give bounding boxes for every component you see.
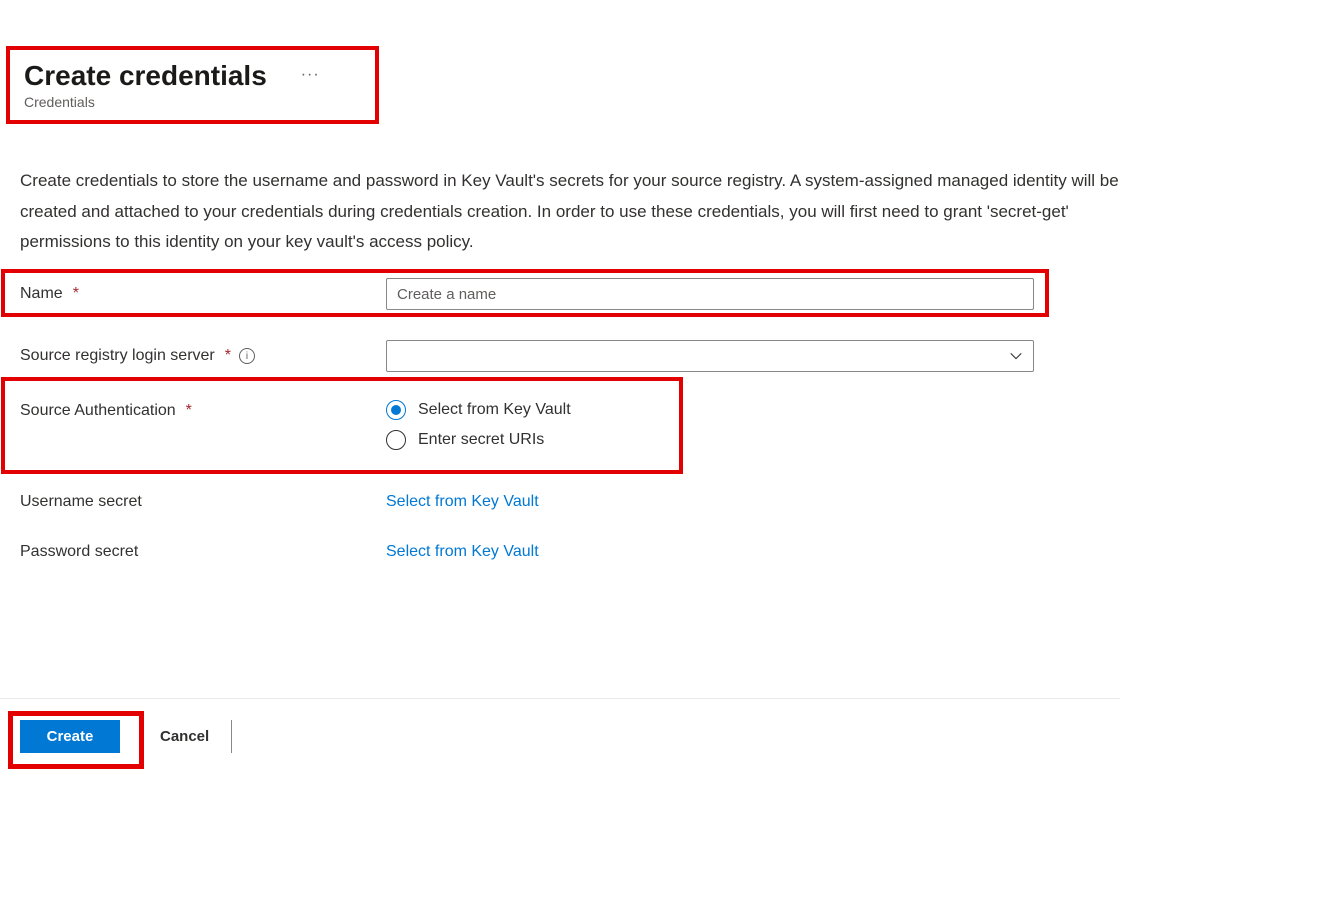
source-registry-label-text: Source registry login server bbox=[20, 347, 215, 365]
name-row: Name * bbox=[2, 270, 1052, 318]
description-text: Create credentials to store the username… bbox=[20, 166, 1120, 258]
name-label-text: Name bbox=[20, 285, 63, 303]
info-icon[interactable]: i bbox=[239, 348, 255, 364]
radio-uris-label: Enter secret URIs bbox=[418, 431, 544, 449]
password-secret-link[interactable]: Select from Key Vault bbox=[386, 543, 539, 561]
radio-keyvault-label: Select from Key Vault bbox=[418, 401, 571, 419]
required-indicator: * bbox=[186, 402, 192, 420]
form-area: Name * Source registry login server * i … bbox=[2, 270, 1052, 574]
footer-divider bbox=[0, 698, 1120, 699]
required-indicator: * bbox=[225, 347, 231, 365]
password-secret-row: Password secret Select from Key Vault bbox=[2, 530, 1052, 574]
page-subtitle: Credentials bbox=[24, 94, 361, 110]
name-input[interactable] bbox=[386, 278, 1034, 310]
source-auth-radio-group: Select from Key Vault Enter secret URIs bbox=[386, 400, 571, 450]
radio-enter-uris[interactable]: Enter secret URIs bbox=[386, 430, 571, 450]
required-indicator: * bbox=[73, 285, 79, 303]
source-registry-row: Source registry login server * i bbox=[2, 332, 1052, 380]
source-registry-dropdown[interactable] bbox=[386, 340, 1034, 372]
source-registry-label: Source registry login server * i bbox=[20, 347, 386, 365]
source-auth-label: Source Authentication * bbox=[20, 400, 386, 420]
create-button[interactable]: Create bbox=[20, 720, 120, 753]
footer-actions: Create Cancel bbox=[20, 720, 232, 753]
username-secret-link[interactable]: Select from Key Vault bbox=[386, 493, 539, 511]
source-auth-row: Source Authentication * Select from Key … bbox=[2, 390, 1052, 460]
password-secret-label-text: Password secret bbox=[20, 543, 138, 561]
chevron-down-icon bbox=[1009, 349, 1023, 363]
more-icon[interactable]: ··· bbox=[301, 66, 320, 84]
radio-icon-unselected bbox=[386, 430, 406, 450]
source-auth-label-text: Source Authentication bbox=[20, 402, 176, 420]
cancel-button[interactable]: Cancel bbox=[138, 720, 232, 753]
username-secret-row: Username secret Select from Key Vault bbox=[2, 480, 1052, 524]
name-label: Name * bbox=[20, 285, 386, 303]
page-title: Create credentials bbox=[24, 60, 267, 92]
radio-select-keyvault[interactable]: Select from Key Vault bbox=[386, 400, 571, 420]
username-secret-label: Username secret bbox=[20, 493, 386, 511]
radio-icon-selected bbox=[386, 400, 406, 420]
radio-dot bbox=[391, 405, 401, 415]
password-secret-label: Password secret bbox=[20, 543, 386, 561]
username-secret-label-text: Username secret bbox=[20, 493, 142, 511]
page-header: Create credentials ··· Credentials bbox=[6, 46, 379, 124]
